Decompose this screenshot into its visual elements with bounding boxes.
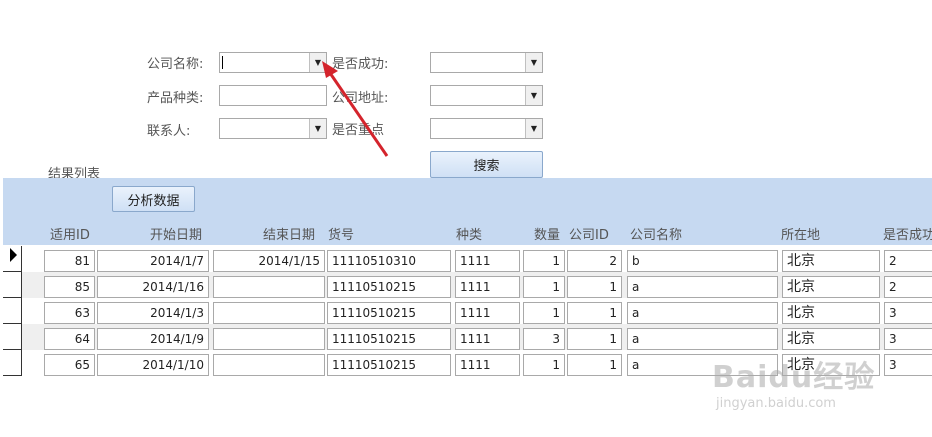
cell-end-date[interactable] (213, 328, 325, 350)
product-type-label: 产品种类: (147, 91, 204, 106)
cell-start-date[interactable]: 2014/1/16 (97, 276, 209, 298)
company-name-label: 公司名称: (147, 57, 204, 72)
cell-quantity[interactable]: 1 (523, 354, 565, 376)
cell-id[interactable]: 81 (44, 250, 95, 272)
address-label: 公司地址: (332, 91, 389, 106)
cell-item-no[interactable]: 11110510215 (327, 302, 451, 324)
cell-success[interactable]: 3 (884, 302, 932, 324)
cell-start-date[interactable]: 2014/1/7 (97, 250, 209, 272)
watermark-url: jingyan.baidu.com (716, 396, 836, 411)
cell-success[interactable]: 2 (884, 250, 932, 272)
cell-kind[interactable]: 1111 (455, 276, 520, 298)
cell-company-id[interactable]: 1 (567, 354, 622, 376)
cell-end-date[interactable] (213, 302, 325, 324)
key-combo[interactable]: ▼ (430, 118, 543, 139)
cell-item-no[interactable]: 11110510215 (327, 276, 451, 298)
column-header-company-name: 公司名称 (630, 228, 683, 243)
text-caret (222, 56, 223, 69)
cell-end-date[interactable] (213, 354, 325, 376)
address-combo[interactable]: ▼ (430, 85, 543, 106)
row-selector[interactable] (3, 298, 22, 324)
success-label: 是否成功: (332, 57, 389, 72)
key-label: 是否重点 (332, 123, 385, 138)
cell-end-date[interactable]: 2014/1/15 (213, 250, 325, 272)
chevron-down-icon[interactable]: ▼ (525, 119, 542, 138)
cell-id[interactable]: 85 (44, 276, 95, 298)
row-selector[interactable] (3, 324, 22, 350)
cell-company-name[interactable]: a (627, 354, 778, 376)
analyze-data-button[interactable]: 分析数据 (112, 186, 195, 212)
column-header-item-no: 货号 (328, 228, 355, 243)
row-selector[interactable] (3, 272, 22, 298)
cell-location[interactable]: 北京 (782, 328, 880, 350)
cell-id[interactable]: 65 (44, 354, 95, 376)
cell-item-no[interactable]: 11110510310 (327, 250, 451, 272)
cell-success[interactable]: 3 (884, 328, 932, 350)
success-combo[interactable]: ▼ (430, 52, 543, 73)
contact-label: 联系人: (147, 124, 191, 139)
cell-company-name[interactable]: a (627, 302, 778, 324)
cell-company-id[interactable]: 1 (567, 302, 622, 324)
chevron-down-icon[interactable]: ▼ (309, 119, 326, 138)
cell-quantity[interactable]: 3 (523, 328, 565, 350)
cell-item-no[interactable]: 11110510215 (327, 328, 451, 350)
cell-company-id[interactable]: 2 (567, 250, 622, 272)
chevron-down-icon[interactable]: ▼ (309, 53, 326, 72)
cell-company-id[interactable]: 1 (567, 328, 622, 350)
cell-kind[interactable]: 1111 (455, 354, 520, 376)
column-header-id: 适用ID (50, 228, 90, 243)
cell-location[interactable]: 北京 (782, 276, 880, 298)
column-header-quantity: 数量 (534, 228, 561, 243)
cell-kind[interactable]: 1111 (455, 328, 520, 350)
cell-location[interactable]: 北京 (782, 250, 880, 272)
column-header-success: 是否成功 (883, 228, 932, 243)
cell-kind[interactable]: 1111 (455, 250, 520, 272)
cell-quantity[interactable]: 1 (523, 276, 565, 298)
cell-success[interactable]: 2 (884, 276, 932, 298)
column-header-kind: 种类 (456, 228, 483, 243)
search-button[interactable]: 搜索 (430, 151, 543, 178)
column-header-start-date: 开始日期 (150, 228, 203, 243)
cell-success[interactable]: 3 (884, 354, 932, 376)
cell-kind[interactable]: 1111 (455, 302, 520, 324)
cell-company-name[interactable]: b (627, 250, 778, 272)
cell-location[interactable]: 北京 (782, 302, 880, 324)
product-type-input[interactable] (219, 85, 327, 106)
cell-location[interactable]: 北京 (782, 354, 880, 376)
cell-quantity[interactable]: 1 (523, 250, 565, 272)
contact-combo[interactable]: ▼ (219, 118, 327, 139)
column-header-end-date: 结束日期 (263, 228, 316, 243)
cell-start-date[interactable]: 2014/1/9 (97, 328, 209, 350)
row-selector[interactable] (3, 246, 22, 272)
cell-end-date[interactable] (213, 276, 325, 298)
cell-company-name[interactable]: a (627, 276, 778, 298)
cell-quantity[interactable]: 1 (523, 302, 565, 324)
current-record-icon (10, 248, 17, 262)
cell-item-no[interactable]: 11110510215 (327, 354, 451, 376)
row-selector[interactable] (3, 350, 22, 376)
company-name-combo[interactable]: ▼ (219, 52, 327, 73)
chevron-down-icon[interactable]: ▼ (525, 86, 542, 105)
cell-company-id[interactable]: 1 (567, 276, 622, 298)
chevron-down-icon[interactable]: ▼ (525, 53, 542, 72)
column-header-location: 所在地 (781, 228, 821, 243)
cell-id[interactable]: 64 (44, 328, 95, 350)
cell-start-date[interactable]: 2014/1/10 (97, 354, 209, 376)
cell-id[interactable]: 63 (44, 302, 95, 324)
cell-company-name[interactable]: a (627, 328, 778, 350)
cell-start-date[interactable]: 2014/1/3 (97, 302, 209, 324)
column-header-company-id: 公司ID (569, 228, 609, 243)
